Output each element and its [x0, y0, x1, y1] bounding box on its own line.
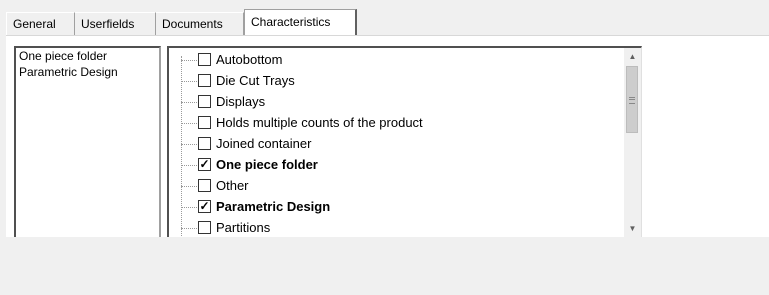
- checkbox[interactable]: [198, 74, 211, 87]
- characteristics-tree[interactable]: Autobottom Die Cut Trays Displays Holds …: [167, 46, 642, 237]
- list-item[interactable]: One piece folder: [16, 48, 159, 64]
- tab-characteristics[interactable]: Characteristics: [244, 9, 357, 36]
- scroll-down-arrow-icon[interactable]: ▼: [624, 220, 641, 237]
- tab-strip: General Userfields Documents Characteris…: [6, 9, 769, 36]
- tab-userfields[interactable]: Userfields: [75, 12, 156, 35]
- tree-node-label: Autobottom: [216, 52, 283, 67]
- scrollbar-thumb[interactable]: [626, 66, 638, 133]
- tree-node-label: Parametric Design: [216, 199, 331, 214]
- tree-node-label: Partitions: [216, 220, 271, 235]
- tree-node-parametric-design[interactable]: ✓ Parametric Design: [181, 197, 621, 218]
- tree-node-joined-container[interactable]: Joined container: [181, 134, 621, 155]
- tree-node-partitions[interactable]: Partitions: [181, 218, 621, 237]
- vertical-scrollbar[interactable]: ▲ ▼: [624, 48, 641, 237]
- tree-node-label: Displays: [216, 94, 266, 109]
- checkbox[interactable]: [198, 95, 211, 108]
- scroll-up-arrow-icon[interactable]: ▲: [624, 48, 641, 65]
- checkbox[interactable]: [198, 53, 211, 66]
- tree-node-label: Other: [216, 178, 249, 193]
- checkbox[interactable]: [198, 116, 211, 129]
- tree-node-label: Die Cut Trays: [216, 73, 295, 88]
- tab-documents[interactable]: Documents: [156, 12, 244, 35]
- checkbox[interactable]: [198, 179, 211, 192]
- tab-general[interactable]: General: [6, 12, 75, 35]
- tree-node-holds-multiple-counts[interactable]: Holds multiple counts of the product: [181, 113, 621, 134]
- tree-node-autobottom[interactable]: Autobottom: [181, 50, 621, 71]
- grip-icon: [629, 97, 635, 104]
- list-item[interactable]: Parametric Design: [16, 64, 159, 80]
- checkbox-checked[interactable]: ✓: [198, 200, 211, 213]
- tree-node-die-cut-trays[interactable]: Die Cut Trays: [181, 71, 621, 92]
- tree-node-one-piece-folder[interactable]: ✓ One piece folder: [181, 155, 621, 176]
- checkbox[interactable]: [198, 221, 211, 234]
- tree-node-displays[interactable]: Displays: [181, 92, 621, 113]
- tree-node-label: Joined container: [216, 136, 312, 151]
- tree-view: Autobottom Die Cut Trays Displays Holds …: [169, 48, 624, 237]
- selected-characteristics-list[interactable]: One piece folder Parametric Design: [14, 46, 161, 237]
- tree-node-other[interactable]: Other: [181, 176, 621, 197]
- tree-node-label: Holds multiple counts of the product: [216, 115, 423, 130]
- checkbox-checked[interactable]: ✓: [198, 158, 211, 171]
- checkbox[interactable]: [198, 137, 211, 150]
- tree-node-label: One piece folder: [216, 157, 318, 172]
